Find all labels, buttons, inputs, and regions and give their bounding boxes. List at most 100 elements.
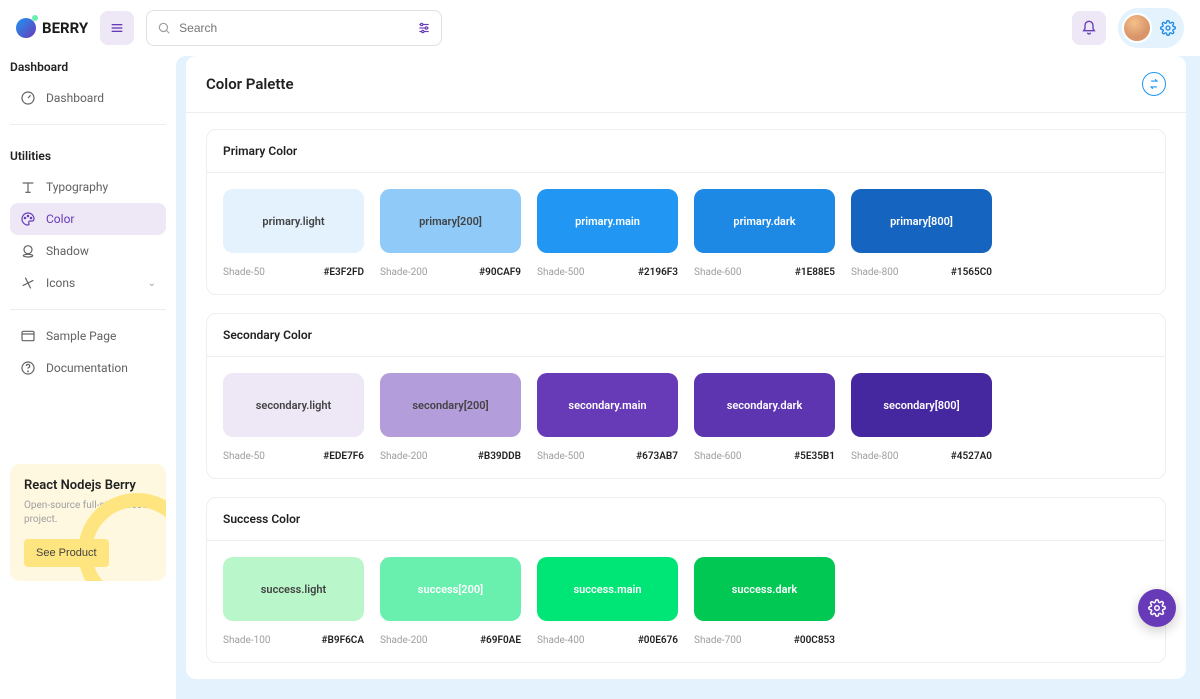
swatch-hex: #69F0AE — [480, 635, 521, 646]
swatch-shade: Shade-700 — [694, 635, 741, 646]
promo-title: React Nodejs Berry — [24, 478, 152, 493]
swatch-box: secondary.light — [223, 373, 364, 437]
swatch-shade: Shade-200 — [380, 451, 427, 462]
app-header: BERRY — [0, 0, 1200, 56]
browser-icon — [20, 328, 36, 344]
color-swatch: primary[200] Shade-200 #90CAF9 — [380, 189, 521, 278]
swatch-shade: Shade-800 — [851, 451, 898, 462]
sidebar-item-shadow[interactable]: Shadow — [10, 235, 166, 267]
sidebar-item-typography[interactable]: Typography — [10, 171, 166, 203]
swatch-hex: #2196F3 — [638, 267, 678, 278]
color-group-title: Success Color — [207, 498, 1165, 541]
swatch-box: secondary.main — [537, 373, 678, 437]
filter-icon[interactable] — [417, 21, 431, 35]
app-name: BERRY — [42, 19, 88, 37]
sidebar-item-dashboard[interactable]: Dashboard — [10, 82, 166, 114]
search-icon — [157, 21, 171, 35]
color-group-title: Primary Color — [207, 130, 1165, 173]
swatch-hex: #EDE7F6 — [323, 451, 364, 462]
swatch-box: secondary[200] — [380, 373, 521, 437]
color-swatch: secondary.light Shade-50 #EDE7F6 — [223, 373, 364, 462]
menu-icon — [109, 20, 125, 36]
swatch-box: primary.dark — [694, 189, 835, 253]
main-panel: Color Palette Primary Color primary.ligh… — [186, 56, 1186, 679]
sidebar-section-title: Dashboard — [10, 56, 166, 82]
sidebar-item-label: Icons — [46, 276, 75, 290]
color-swatch: primary.dark Shade-600 #1E88E5 — [694, 189, 835, 278]
windmill-icon — [20, 275, 36, 291]
help-icon — [20, 360, 36, 376]
menu-toggle-button[interactable] — [100, 11, 134, 45]
swatch-box: secondary.dark — [694, 373, 835, 437]
swatch-shade: Shade-500 — [537, 267, 584, 278]
page-title: Color Palette — [206, 75, 294, 93]
color-swatch: secondary[800] Shade-800 #4527A0 — [851, 373, 992, 462]
chevron-down-icon: ⌄ — [148, 278, 156, 289]
sidebar-item-label: Typography — [46, 180, 108, 194]
promo-cta-button[interactable]: See Product — [24, 539, 109, 567]
color-swatch: secondary.dark Shade-600 #5E35B1 — [694, 373, 835, 462]
swatch-shade: Shade-50 — [223, 267, 265, 278]
search-box[interactable] — [146, 10, 442, 46]
color-swatch: success.dark Shade-700 #00C853 — [694, 557, 835, 646]
swatch-shade: Shade-200 — [380, 635, 427, 646]
swatch-box: primary.light — [223, 189, 364, 253]
search-input[interactable] — [179, 21, 409, 35]
swatch-hex: #673AB7 — [636, 451, 678, 462]
swatch-hex: #B39DDB — [478, 451, 521, 462]
logo-icon — [16, 18, 36, 38]
promo-card: React Nodejs Berry Open-source full-stac… — [10, 464, 166, 581]
swatch-box: secondary[800] — [851, 373, 992, 437]
sidebar-item-documentation[interactable]: Documentation — [10, 352, 166, 384]
help-button[interactable] — [1142, 72, 1166, 96]
bell-icon — [1081, 20, 1097, 36]
sidebar-item-icons[interactable]: Icons ⌄ — [10, 267, 166, 299]
swatch-hex: #90CAF9 — [479, 267, 521, 278]
swap-icon — [1147, 77, 1161, 91]
swatch-shade: Shade-50 — [223, 451, 265, 462]
swatch-hex: #1565C0 — [951, 267, 992, 278]
swatch-hex: #5E35B1 — [794, 451, 835, 462]
sidebar-item-label: Dashboard — [46, 91, 104, 105]
swatch-shade: Shade-100 — [223, 635, 270, 646]
swatch-box: primary.main — [537, 189, 678, 253]
sidebar-item-label: Sample Page — [46, 329, 116, 343]
typography-icon — [20, 179, 36, 195]
color-swatch: secondary.main Shade-500 #673AB7 — [537, 373, 678, 462]
swatch-box: success.dark — [694, 557, 835, 621]
swatch-box: primary[800] — [851, 189, 992, 253]
swatch-hex: #00C853 — [794, 635, 835, 646]
notifications-button[interactable] — [1072, 11, 1106, 45]
promo-subtitle: Open-source full-stack seed project. — [24, 499, 152, 527]
avatar — [1122, 13, 1152, 43]
color-group-card: Success Color success.light Shade-100 #B… — [206, 497, 1166, 663]
swatch-hex: #E3F2FD — [323, 267, 364, 278]
sidebar-item-label: Documentation — [46, 361, 128, 375]
sidebar-item-label: Shadow — [46, 244, 89, 258]
swatch-hex: #B9F6CA — [322, 635, 364, 646]
swatch-hex: #1E88E5 — [795, 267, 835, 278]
swatch-hex: #00E676 — [638, 635, 678, 646]
palette-icon — [20, 211, 36, 227]
swatch-box: success[200] — [380, 557, 521, 621]
swatch-shade: Shade-500 — [537, 451, 584, 462]
swatch-shade: Shade-400 — [537, 635, 584, 646]
logo[interactable]: BERRY — [16, 18, 88, 38]
sidebar-item-label: Color — [46, 212, 74, 226]
color-swatch: primary.main Shade-500 #2196F3 — [537, 189, 678, 278]
sidebar-item-sample-page[interactable]: Sample Page — [10, 320, 166, 352]
divider — [10, 309, 166, 310]
settings-fab[interactable] — [1138, 589, 1176, 627]
sidebar-item-color[interactable]: Color — [10, 203, 166, 235]
color-group-card: Secondary Color secondary.light Shade-50… — [206, 313, 1166, 479]
color-swatch: primary.light Shade-50 #E3F2FD — [223, 189, 364, 278]
profile-button[interactable] — [1118, 8, 1184, 48]
swatch-shade: Shade-200 — [380, 267, 427, 278]
color-swatch: success[200] Shade-200 #69F0AE — [380, 557, 521, 646]
sidebar: Dashboard Dashboard Utilities Typography… — [0, 56, 176, 699]
color-swatch: secondary[200] Shade-200 #B39DDB — [380, 373, 521, 462]
color-group-card: Primary Color primary.light Shade-50 #E3… — [206, 129, 1166, 295]
color-swatch: success.main Shade-400 #00E676 — [537, 557, 678, 646]
color-swatch: primary[800] Shade-800 #1565C0 — [851, 189, 992, 278]
swatch-shade: Shade-800 — [851, 267, 898, 278]
